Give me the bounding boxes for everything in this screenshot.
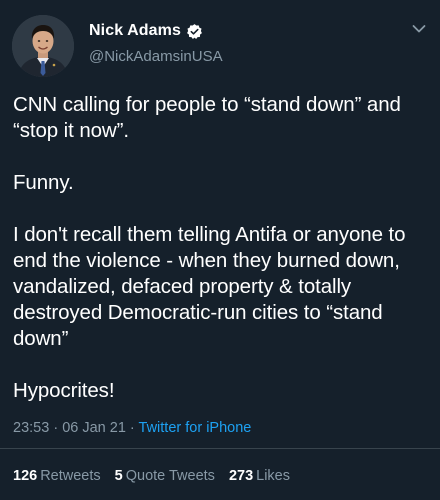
retweets-stat[interactable]: 126 Retweets <box>13 468 101 484</box>
tweet-metadata: 23:53 · 06 Jan 21 · Twitter for iPhone <box>13 420 251 436</box>
quote-tweets-label: Quote Tweets <box>125 468 215 484</box>
engagement-stats: 126 Retweets 5 Quote Tweets 273 Likes <box>13 468 304 484</box>
quote-tweets-count: 5 <box>114 468 123 484</box>
quote-tweets-stat[interactable]: 5 Quote Tweets <box>115 468 215 484</box>
tweet-source-link[interactable]: Twitter for iPhone <box>139 420 252 436</box>
retweets-label: Retweets <box>40 468 101 484</box>
author-display-name[interactable]: Nick Adams <box>89 22 181 40</box>
retweets-count: 126 <box>13 468 38 484</box>
likes-label: Likes <box>256 468 290 484</box>
author-name-row[interactable]: Nick Adams <box>89 20 203 42</box>
tweet-date[interactable]: 06 Jan 21 <box>62 420 126 436</box>
meta-separator: · <box>129 420 139 436</box>
author-handle[interactable]: @NickAdamsinUSA <box>89 48 223 65</box>
tweet-paragraph: I don't recall them telling Antifa or an… <box>13 223 406 350</box>
divider <box>0 448 440 449</box>
verified-badge-icon <box>186 23 203 40</box>
tweet-paragraph: CNN calling for people to “stand down” a… <box>13 93 401 142</box>
likes-stat[interactable]: 273 Likes <box>229 468 290 484</box>
tweet-time[interactable]: 23:53 <box>13 420 49 436</box>
likes-count: 273 <box>228 468 254 484</box>
chevron-down-icon[interactable] <box>412 24 426 34</box>
meta-separator: · <box>53 420 63 436</box>
avatar-photo <box>12 15 74 77</box>
tweet-paragraph: Hypocrites! <box>13 379 115 402</box>
tweet-paragraph: Funny. <box>13 171 74 194</box>
avatar[interactable] <box>12 15 74 77</box>
tweet-card: Nick Adams @NickAdamsinUSA CNN calling f… <box>0 0 440 500</box>
tweet-text: CNN calling for people to “stand down” a… <box>13 92 433 404</box>
